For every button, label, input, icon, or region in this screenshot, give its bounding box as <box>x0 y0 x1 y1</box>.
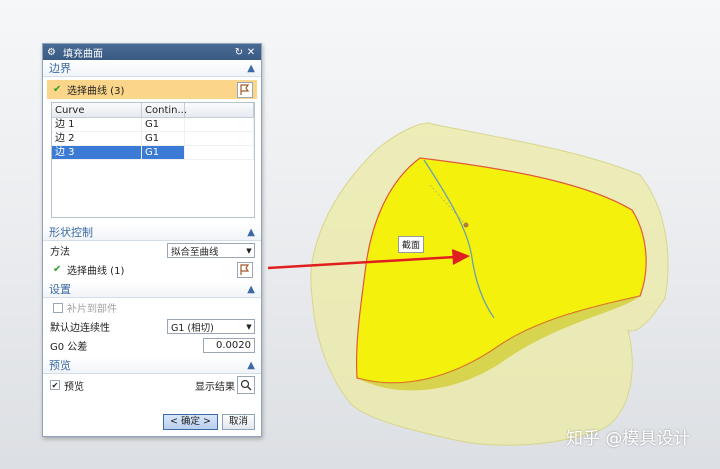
boundary-section-header[interactable]: 边界 ▲ <box>43 60 261 77</box>
boundary-select-curve[interactable]: ✔ 选择曲线 (3) <box>47 80 257 99</box>
settings-section-header[interactable]: 设置 ▲ <box>43 281 261 298</box>
close-icon[interactable]: ✕ <box>245 47 257 58</box>
table-row[interactable]: 边 2 G1 <box>52 132 254 146</box>
continuity-row: 默认边连续性 G1 (相切) ▼ <box>43 317 261 336</box>
column-continuity[interactable]: Contin... <box>142 103 187 117</box>
continuity-label: 默认边连续性 <box>50 323 110 334</box>
shape-select-label: 选择曲线 (1) <box>67 266 125 277</box>
table-row-selected[interactable]: 边 3 G1 <box>52 146 254 160</box>
reset-icon[interactable]: ↻ <box>233 47 245 58</box>
shape-select-curve[interactable]: ✔ 选择曲线 (1) <box>47 260 257 279</box>
table-row[interactable]: 边 1 G1 <box>52 118 254 132</box>
tolerance-label: G0 公差 <box>50 342 88 353</box>
show-result-label: 显示结果 <box>195 381 235 393</box>
continuity-dropdown[interactable]: G1 (相切) ▼ <box>167 319 255 334</box>
dialog-titlebar[interactable]: ⚙ 填充曲面 ↻ ✕ <box>43 44 261 60</box>
patch-row: 补片到部件 <box>43 298 261 317</box>
preview-section-header[interactable]: 预览 ▲ <box>43 357 261 374</box>
chevron-down-icon: ▼ <box>246 322 252 331</box>
chevron-down-icon: ▼ <box>246 246 252 255</box>
method-row: 方法 拟合至曲线 ▼ <box>43 241 261 260</box>
shape-section-header[interactable]: 形状控制 ▲ <box>43 224 261 241</box>
column-curve[interactable]: Curve <box>52 103 142 117</box>
collapse-icon[interactable]: ▲ <box>247 63 255 74</box>
ok-button[interactable]: < 确定 > <box>163 414 218 430</box>
fill-surface-dialog: ⚙ 填充曲面 ↻ ✕ 边界 ▲ ✔ 选择曲线 (3) Curve Contin.… <box>42 43 262 437</box>
show-result-button[interactable] <box>237 376 255 394</box>
section-label: 截面 <box>398 236 425 253</box>
boundary-select-label: 选择曲线 (3) <box>67 86 125 97</box>
curve-select-icon[interactable] <box>237 261 253 278</box>
shape-title: 形状控制 <box>49 226 93 239</box>
patch-label: 补片到部件 <box>67 304 117 315</box>
preview-checkbox[interactable]: ✔ <box>50 380 60 390</box>
method-label: 方法 <box>50 247 70 258</box>
preview-title: 预览 <box>49 359 71 372</box>
collapse-icon[interactable]: ▲ <box>247 360 255 371</box>
curve-table-header: Curve Contin... <box>52 103 254 118</box>
check-icon: ✔ <box>53 84 62 95</box>
settings-title: 设置 <box>49 283 71 296</box>
gear-icon: ⚙ <box>47 46 56 58</box>
preview-label: 预览 <box>64 381 84 393</box>
cancel-button[interactable]: 取消 <box>221 414 255 430</box>
dialog-footer: < 确定 > 取消 <box>163 414 255 430</box>
check-icon: ✔ <box>53 264 62 275</box>
tolerance-input[interactable]: 0.0020 <box>203 338 255 353</box>
curve-select-icon[interactable] <box>237 81 253 98</box>
collapse-icon[interactable]: ▲ <box>247 284 255 295</box>
tolerance-row: G0 公差 0.0020 <box>43 336 261 355</box>
search-icon <box>240 379 252 391</box>
curve-table[interactable]: Curve Contin... 边 1 G1 边 2 G1 边 3 G1 <box>51 102 255 218</box>
collapse-icon[interactable]: ▲ <box>247 227 255 238</box>
preview-row: ✔ 预览 显示结果 <box>43 374 261 396</box>
watermark: 知乎 @模具设计 <box>566 429 691 449</box>
patch-checkbox[interactable] <box>53 302 63 313</box>
method-dropdown[interactable]: 拟合至曲线 ▼ <box>167 243 255 258</box>
dialog-title: 填充曲面 <box>63 48 103 60</box>
boundary-title: 边界 <box>49 62 71 75</box>
